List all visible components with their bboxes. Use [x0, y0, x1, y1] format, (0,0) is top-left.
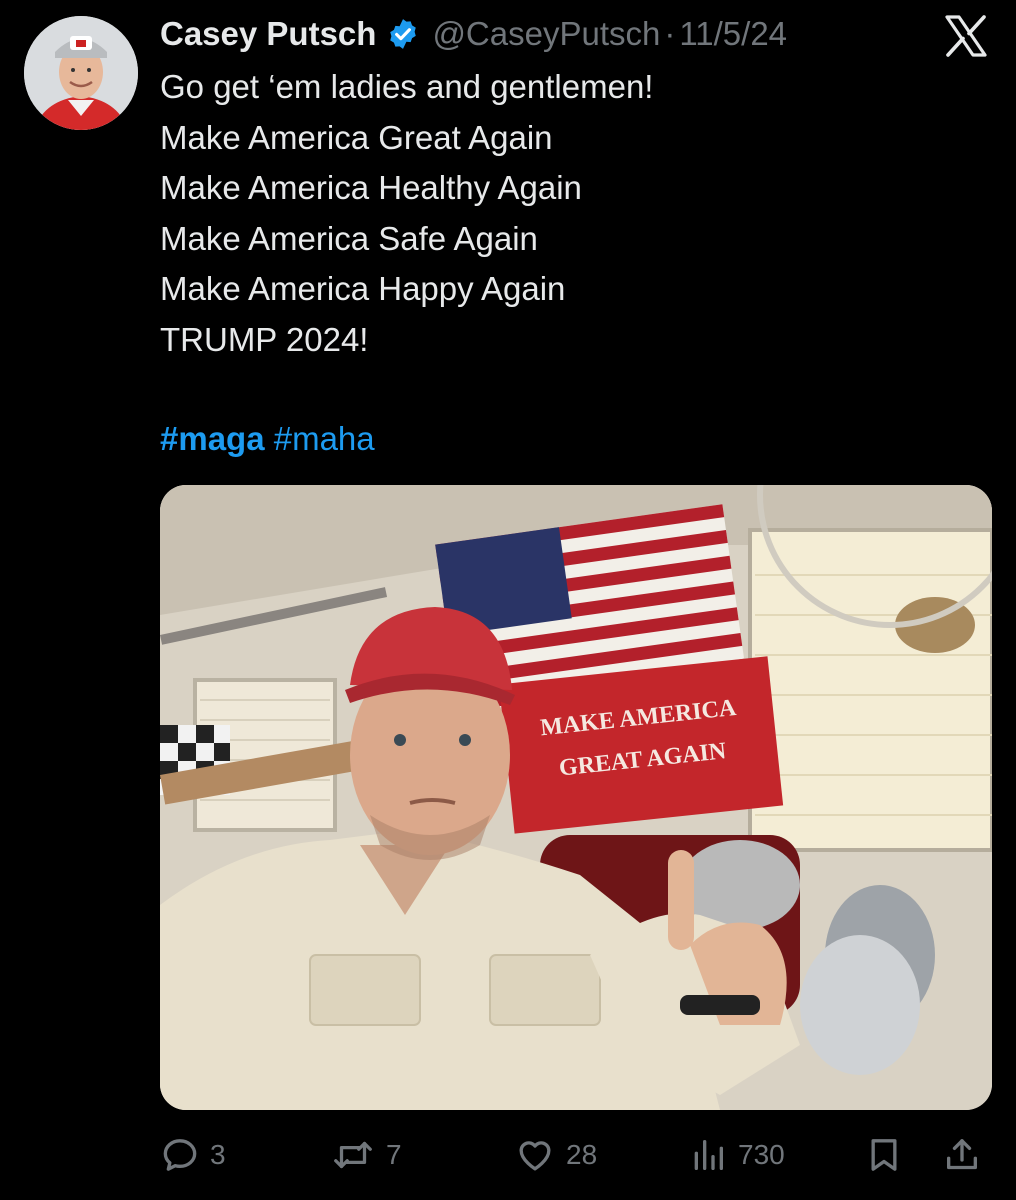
reply-button[interactable]: 3: [160, 1130, 226, 1180]
tweet-text-line: TRUMP 2024!: [160, 320, 369, 358]
hashtag-maga-link[interactable]: #maga: [160, 420, 265, 457]
reply-count: 3: [210, 1139, 226, 1170]
reply-bubble-icon: [160, 1135, 200, 1175]
verified-badge-icon: [386, 17, 420, 51]
repost-count: 7: [386, 1139, 402, 1170]
tweet-header: Casey Putsch @CaseyPutsch · 11/5/24: [160, 12, 787, 56]
author-display-name[interactable]: Casey Putsch: [160, 15, 376, 53]
tweet-text-line: Make America Happy Again: [160, 270, 566, 307]
repost-arrows-icon: [330, 1135, 376, 1175]
action-bar: 3 7 28 730: [160, 1130, 992, 1180]
post-date[interactable]: 11/5/24: [679, 15, 787, 53]
heart-icon: [514, 1135, 556, 1175]
tweet[interactable]: Casey Putsch @CaseyPutsch · 11/5/24 Go g…: [0, 0, 1016, 1200]
like-button[interactable]: 28: [514, 1130, 597, 1180]
tweet-text-line: Go get ‘em ladies and gentlemen!: [160, 68, 654, 105]
author-handle[interactable]: @CaseyPutsch: [432, 15, 660, 53]
tweet-text-line: Make America Great Again: [160, 118, 553, 156]
share-button[interactable]: [942, 1130, 982, 1180]
tweet-text: Go get ‘em ladies and gentlemen! Make Am…: [160, 62, 980, 365]
avatar[interactable]: [24, 16, 138, 130]
hashtag-maha-link[interactable]: #maha: [274, 420, 375, 457]
views-bars-icon: [688, 1135, 728, 1175]
views-count: 730: [738, 1139, 785, 1170]
tweet-text-line: Make America Healthy Again: [160, 169, 582, 206]
like-count: 28: [566, 1139, 598, 1170]
bookmark-button[interactable]: [864, 1130, 904, 1180]
x-logo-icon[interactable]: [944, 14, 988, 58]
views-button[interactable]: 730: [688, 1130, 785, 1180]
repost-button[interactable]: 7: [330, 1130, 402, 1180]
separator-dot: ·: [664, 15, 676, 52]
tweet-photo[interactable]: MAKE AMERICA GREAT AGAIN: [160, 485, 992, 1110]
tweet-text-line: Make America Safe Again: [160, 219, 538, 257]
bookmark-icon: [864, 1135, 904, 1175]
hashtag-list: #maga #maha: [160, 414, 375, 464]
share-upload-icon: [942, 1135, 982, 1175]
